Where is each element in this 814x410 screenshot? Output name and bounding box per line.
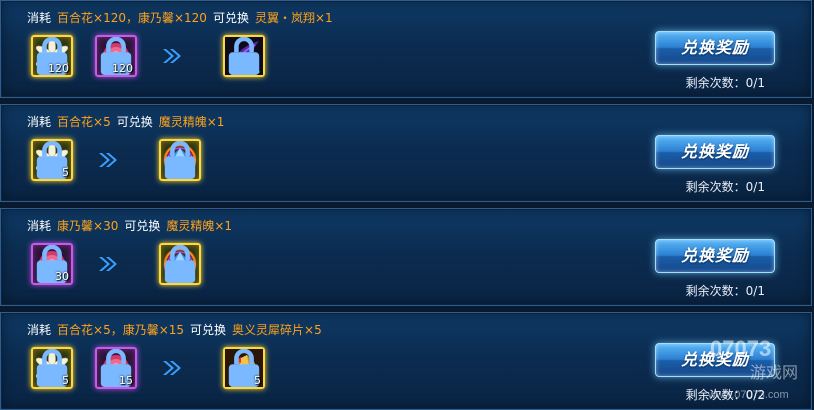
lock-icon	[228, 37, 260, 75]
exchange-label: 可兑换	[124, 219, 161, 233]
lock-icon	[164, 141, 196, 179]
carnation-item-slot[interactable]: 15	[95, 347, 137, 389]
lock-icon	[164, 245, 196, 283]
item-count: 5	[62, 166, 69, 179]
cost-items: 百合花×5，康乃馨×15	[57, 323, 185, 337]
remaining-count: 剩余次数：0/2	[685, 388, 765, 402]
reward-item-slot[interactable]	[159, 243, 201, 285]
exchange-row: 消耗 百合花×5 可兑换 魔灵精魄×1 5 兑换奖励 剩余次数：0/1	[0, 104, 812, 202]
item-count: 120	[48, 62, 69, 75]
exchange-label: 可兑换	[116, 115, 153, 129]
row-header: 消耗 康乃馨×30 可兑换 魔灵精魄×1	[27, 217, 238, 235]
lily-item-slot[interactable]: 120	[31, 35, 73, 77]
exchange-label: 可兑换	[190, 323, 227, 337]
cost-items: 百合花×5	[57, 115, 111, 129]
item-count: 15	[119, 374, 133, 387]
reward-name: 灵翼・岚翔×1	[254, 11, 333, 25]
cost-items: 康乃馨×30	[57, 219, 119, 233]
cost-prefix: 消耗	[27, 115, 52, 129]
cost-items: 百合花×120，康乃馨×120	[57, 11, 207, 25]
item-count: 120	[112, 62, 133, 75]
reward-item-slot[interactable]	[159, 139, 201, 181]
reward-name: 魔灵精魄×1	[166, 219, 233, 233]
cost-prefix: 消耗	[27, 323, 52, 337]
row-header: 消耗 百合花×5，康乃馨×15 可兑换 奥义灵犀碎片×5	[27, 321, 328, 339]
reward-item-slot[interactable]: 5	[223, 347, 265, 389]
remaining-count: 剩余次数：0/1	[685, 76, 765, 90]
cost-prefix: 消耗	[27, 219, 52, 233]
reward-name: 奥义灵犀碎片×5	[232, 323, 322, 337]
item-count: 5	[62, 374, 69, 387]
lily-item-slot[interactable]: 5	[31, 347, 73, 389]
exchange-row: 消耗 康乃馨×30 可兑换 魔灵精魄×1 30 兑换奖励 剩余次数：0/1	[0, 208, 812, 306]
carnation-item-slot[interactable]: 30	[31, 243, 73, 285]
exchange-label: 可兑换	[212, 11, 249, 25]
double-chevron-right-icon	[163, 49, 181, 63]
double-chevron-right-icon	[99, 257, 117, 271]
row-header: 消耗 百合花×5 可兑换 魔灵精魄×1	[27, 113, 230, 131]
carnation-item-slot[interactable]: 120	[95, 35, 137, 77]
cost-prefix: 消耗	[27, 11, 52, 25]
row-header: 消耗 百合花×120，康乃馨×120 可兑换 灵翼・岚翔×1	[27, 9, 339, 27]
reward-item-slot[interactable]	[223, 35, 265, 77]
item-count: 30	[55, 270, 69, 283]
exchange-row: 消耗 百合花×120，康乃馨×120 可兑换 灵翼・岚翔×1 120 120 兑换奖励…	[0, 0, 812, 98]
remaining-count: 剩余次数：0/1	[685, 180, 765, 194]
double-chevron-right-icon	[99, 153, 117, 167]
item-count: 5	[254, 374, 261, 387]
redeem-reward-button[interactable]: 兑换奖励	[655, 31, 775, 65]
reward-name: 魔灵精魄×1	[158, 115, 225, 129]
exchange-row: 消耗 百合花×5，康乃馨×15 可兑换 奥义灵犀碎片×5 5 15 5 兑换奖励 剩余…	[0, 312, 812, 410]
redeem-reward-button[interactable]: 兑换奖励	[655, 239, 775, 273]
double-chevron-right-icon	[163, 361, 181, 375]
redeem-reward-button[interactable]: 兑换奖励	[655, 135, 775, 169]
redeem-reward-button[interactable]: 兑换奖励	[655, 343, 775, 377]
remaining-count: 剩余次数：0/1	[685, 284, 765, 298]
lily-item-slot[interactable]: 5	[31, 139, 73, 181]
